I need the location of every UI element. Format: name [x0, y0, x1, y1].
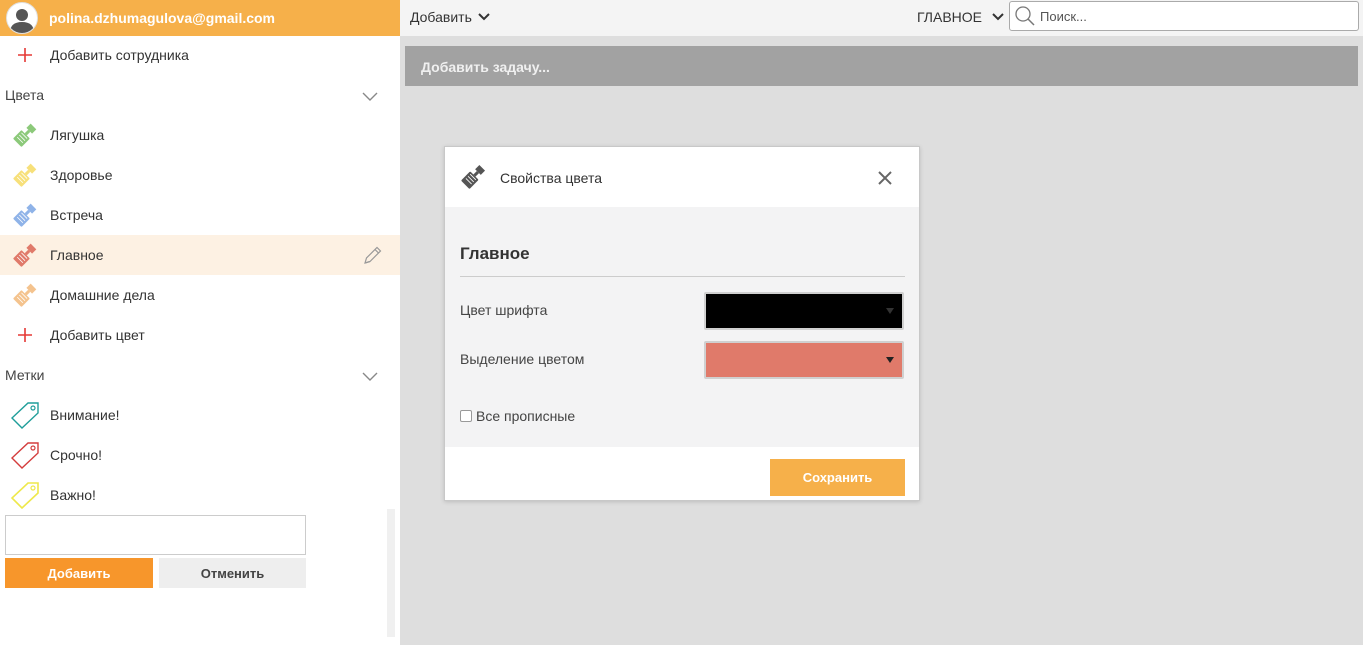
tag-icon [10, 442, 40, 469]
sidebar-label-item[interactable]: Срочно! [0, 435, 400, 475]
brush-icon [10, 122, 40, 148]
user-email: polina.dzhumagulova@gmail.com [49, 10, 276, 26]
divider [460, 276, 905, 277]
search-input[interactable] [1040, 8, 1340, 24]
font-color-label: Цвет шрифта [460, 302, 548, 318]
colors-section-title: Цвета [5, 87, 44, 103]
plus-icon [10, 322, 40, 348]
close-icon[interactable] [877, 170, 893, 189]
sidebar-color-item[interactable]: Здоровье [0, 155, 400, 195]
labels-section-title: Метки [5, 367, 45, 383]
font-color-select[interactable] [704, 292, 904, 330]
dialog-footer: Сохранить [445, 447, 919, 500]
save-button[interactable]: Сохранить [770, 459, 905, 496]
color-label: Лягушка [50, 127, 105, 143]
label-text: Срочно! [50, 447, 103, 463]
sidebar: polina.dzhumagulova@gmail.com Добавить с… [0, 0, 400, 645]
sidebar-color-item[interactable]: Лягушка [0, 115, 400, 155]
dropdown-arrow-icon [886, 357, 894, 363]
sidebar-color-item[interactable]: Домашние дела [0, 275, 400, 315]
uppercase-label: Все прописные [476, 408, 576, 424]
chevron-down-icon [992, 13, 1004, 21]
add-task-input[interactable]: Добавить задачу... [405, 46, 1358, 86]
color-properties-dialog: Свойства цвета Главное Цвет шрифта Выдел… [444, 146, 920, 501]
sidebar-color-item-active[interactable]: Главное [0, 235, 400, 275]
tag-icon [10, 402, 40, 429]
label-text: Важно! [50, 487, 96, 503]
add-employee-label: Добавить сотрудника [50, 47, 189, 63]
search-box[interactable] [1009, 1, 1359, 31]
color-label: Домашние дела [50, 287, 155, 303]
sidebar-scrollbar[interactable] [387, 509, 395, 637]
uppercase-checkbox[interactable] [460, 410, 472, 422]
cancel-button[interactable]: Отменить [159, 558, 306, 588]
tag-icon [10, 482, 40, 509]
brush-icon [10, 162, 40, 188]
chevron-down-icon [478, 13, 490, 21]
highlight-color-select[interactable] [704, 341, 904, 379]
search-icon [1015, 6, 1035, 26]
uppercase-option[interactable]: Все прописные [460, 408, 575, 424]
color-name-heading: Главное [460, 244, 530, 263]
plus-icon [10, 42, 40, 68]
add-button[interactable]: Добавить [5, 558, 153, 588]
add-color-label: Добавить цвет [50, 327, 145, 343]
add-employee-button[interactable]: Добавить сотрудника [0, 35, 400, 75]
brush-icon [459, 163, 487, 194]
dropdown-arrow-icon [886, 308, 894, 314]
brush-icon [10, 282, 40, 308]
brush-icon [10, 242, 40, 268]
label-text: Внимание! [50, 407, 120, 423]
dialog-title: Свойства цвета [500, 170, 603, 186]
pencil-icon[interactable] [362, 244, 384, 269]
chevron-down-icon[interactable] [362, 89, 378, 105]
add-color-button[interactable]: Добавить цвет [0, 315, 400, 355]
sidebar-label-item[interactable]: Важно! [0, 475, 400, 515]
colors-section-header[interactable]: Цвета [0, 75, 400, 115]
add-menu-label: Добавить [410, 9, 472, 25]
color-label: Здоровье [50, 167, 113, 183]
top-bar: Добавить ГЛАВНОЕ [400, 0, 1363, 36]
new-label-input[interactable] [5, 515, 306, 555]
labels-section-header[interactable]: Метки [0, 355, 400, 395]
avatar[interactable] [6, 2, 38, 34]
dialog-header: Свойства цвета [445, 147, 919, 207]
chevron-down-icon[interactable] [362, 369, 378, 385]
brush-icon [10, 202, 40, 228]
highlight-color-label: Выделение цветом [460, 351, 585, 367]
color-label: Главное [50, 247, 104, 263]
sidebar-color-item[interactable]: Встреча [0, 195, 400, 235]
color-label: Встреча [50, 207, 103, 223]
user-bar[interactable]: polina.dzhumagulova@gmail.com [0, 0, 400, 36]
filter-dropdown[interactable]: ГЛАВНОЕ [917, 9, 1004, 25]
filter-label: ГЛАВНОЕ [917, 9, 982, 25]
add-menu-dropdown[interactable]: Добавить [410, 9, 490, 25]
sidebar-label-item[interactable]: Внимание! [0, 395, 400, 435]
